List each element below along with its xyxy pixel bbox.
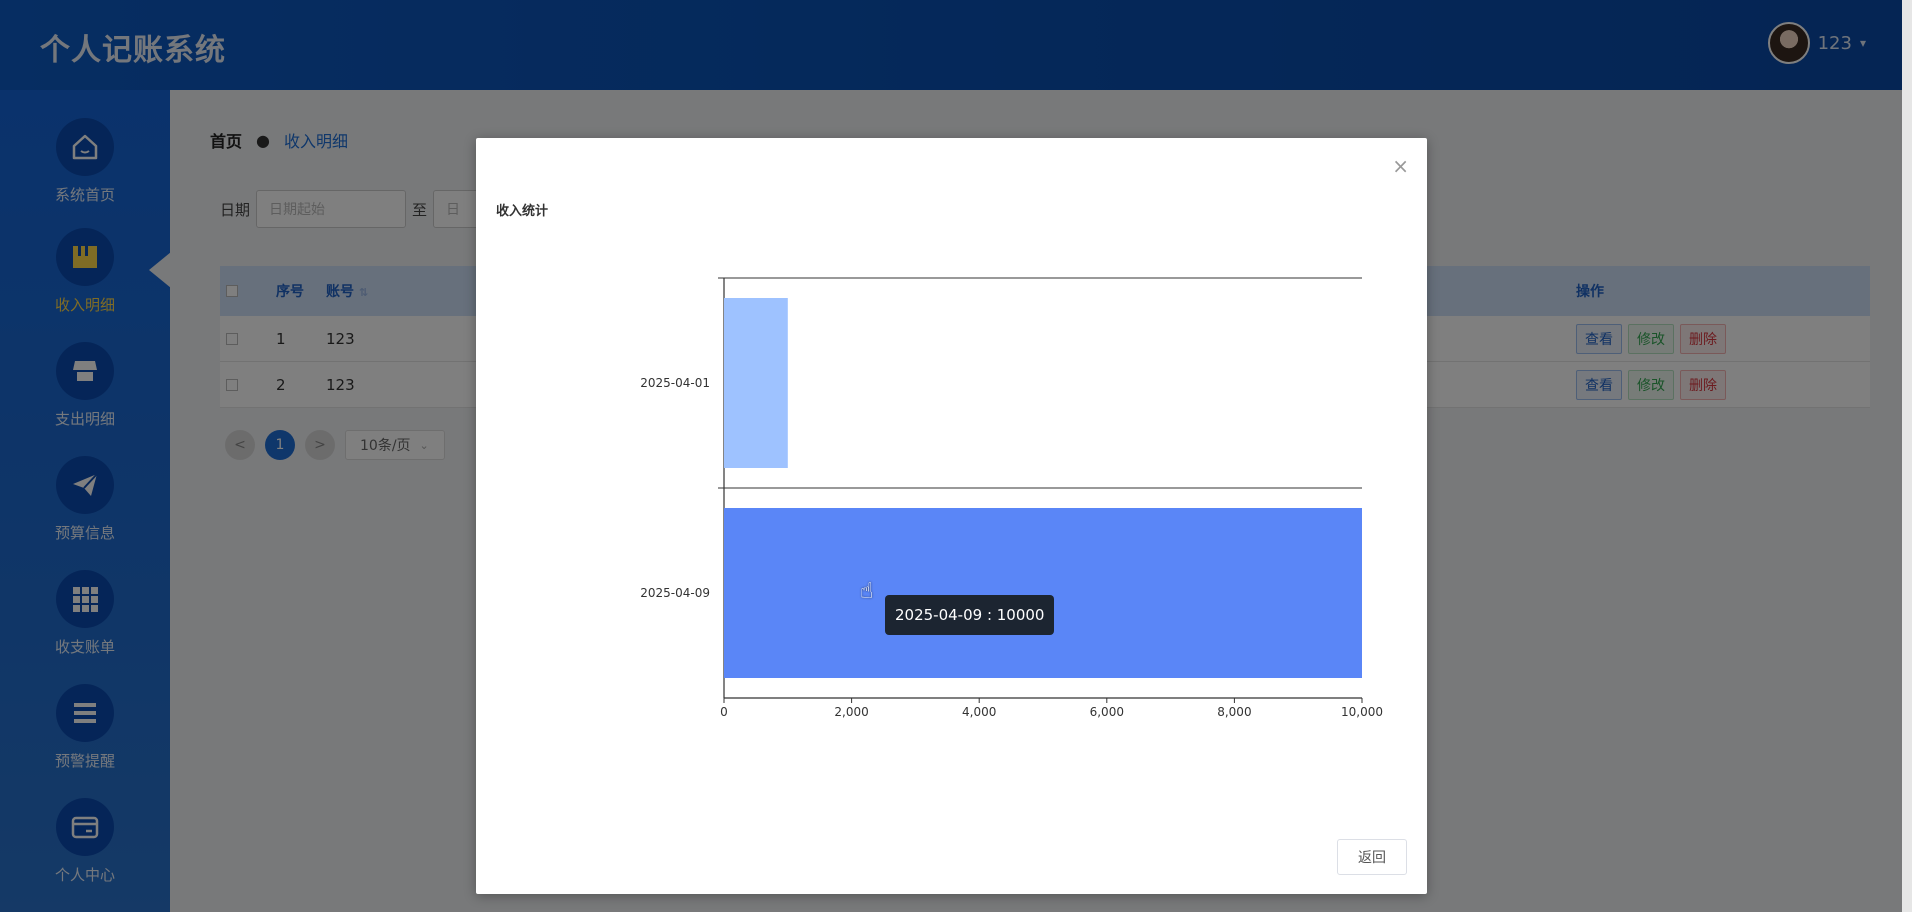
x-tick-label: 10,000 [1341, 705, 1383, 719]
return-button[interactable]: 返回 [1337, 839, 1407, 875]
close-icon[interactable]: × [1392, 154, 1409, 178]
bar [724, 298, 788, 468]
hand-cursor-icon: ☝ [860, 579, 874, 604]
x-tick-label: 0 [720, 705, 728, 719]
income-bar-chart: 2025-04-01 2025-04-09 0 2,000 4,000 6,000 8,00… [640, 277, 1383, 719]
x-tick-label: 6,000 [1090, 705, 1124, 719]
x-tick-label: 8,000 [1217, 705, 1251, 719]
income-stats-dialog: × 收入统计 2025-04-01 2025-04-09 0 2,000 4,000 6,… [476, 138, 1427, 894]
chart-tooltip: 2025-04-09 : 10000 [885, 595, 1055, 635]
category-tick-label: 2025-04-01 [640, 376, 710, 390]
scrollbar[interactable] [1902, 0, 1912, 912]
x-tick-label: 4,000 [962, 705, 996, 719]
x-tick-label: 2,000 [834, 705, 868, 719]
chart-title: 收入统计 [496, 204, 549, 219]
bar [724, 508, 1362, 678]
category-tick-label: 2025-04-09 [640, 586, 710, 600]
